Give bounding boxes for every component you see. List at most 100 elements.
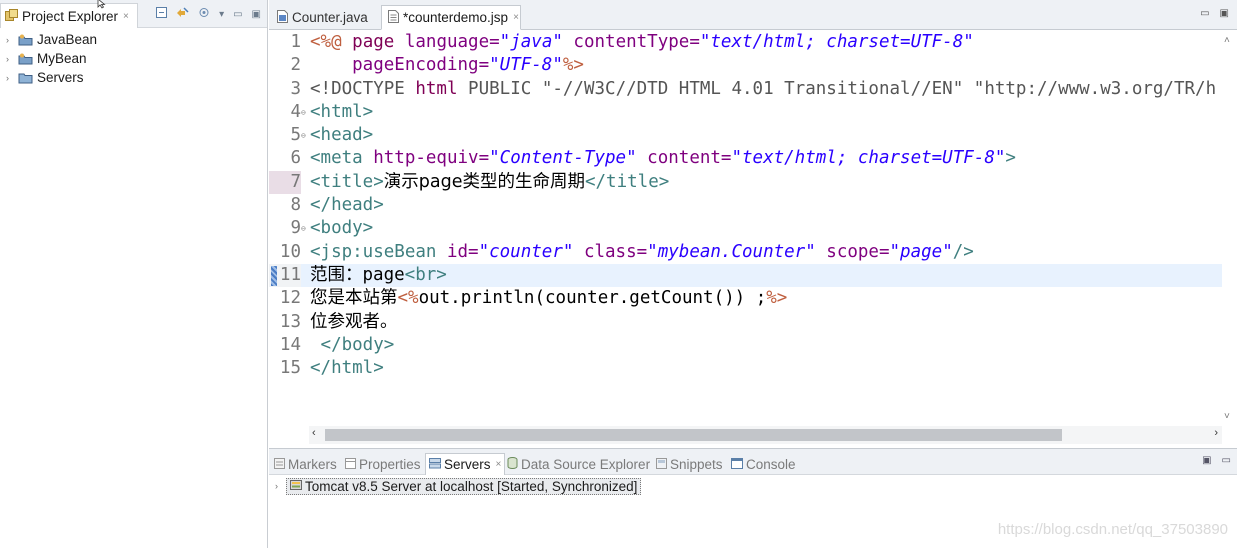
- minimize-icon[interactable]: ▣: [1202, 455, 1211, 466]
- tree-item-javabean[interactable]: › JavaBean: [0, 30, 267, 49]
- code-text: <jsp:useBean id="counter" class="mybean.…: [310, 241, 974, 264]
- code-text: 您是本站第<%out.println(counter.getCount()) ;…: [310, 287, 787, 310]
- fold-toggle-icon[interactable]: ⊖: [301, 217, 306, 240]
- code-text: 范围：page<br>: [310, 264, 447, 287]
- expand-arrow-icon[interactable]: ›: [6, 35, 18, 45]
- code-line[interactable]: 5 ⊖ <head>: [269, 124, 1222, 147]
- tomcat-server-icon: [290, 479, 302, 494]
- code-line[interactable]: 4 ⊖ <html>: [269, 101, 1222, 124]
- expand-arrow-icon[interactable]: ›: [275, 481, 286, 491]
- code-line[interactable]: 1 <%@ page language="java" contentType="t…: [269, 31, 1222, 54]
- code-line[interactable]: 7 <title>演示page类型的生命周期</title>: [269, 170, 1222, 195]
- server-entry-label: Tomcat v8.5 Server at localhost [Started…: [305, 478, 638, 494]
- minimize-icon[interactable]: ▭: [1200, 8, 1209, 19]
- tab-project-explorer[interactable]: Project Explorer ×: [0, 3, 138, 28]
- snippets-icon: [656, 457, 667, 472]
- code-line[interactable]: 8 </head>: [269, 194, 1222, 217]
- code-line[interactable]: 11 范围：page<br>: [269, 263, 1222, 288]
- bottom-panel: Markers Properties Servers × Data Source…: [269, 448, 1237, 548]
- code-token: page: [352, 32, 405, 52]
- tree-item-servers[interactable]: › Servers: [0, 68, 267, 87]
- code-token: />: [952, 241, 974, 262]
- code-token: 位参观者。: [310, 311, 398, 332]
- fold-toggle-icon[interactable]: ⊖: [301, 124, 306, 147]
- scroll-up-icon[interactable]: ˄: [1224, 35, 1230, 46]
- code-token: <head>: [310, 125, 374, 146]
- code-line[interactable]: 13 位参观者。: [269, 311, 1222, 334]
- vertical-scrollbar[interactable]: ˄ ˅: [1222, 31, 1237, 426]
- view-menu-icon[interactable]: ▾: [219, 9, 224, 20]
- fold-toggle-icon[interactable]: ⊖: [301, 101, 306, 124]
- code-token: >: [1005, 148, 1016, 169]
- tab-snippets[interactable]: Snippets: [653, 453, 726, 475]
- editor-area: Counter.java *counterdemo.jsp × ▭ ▣ 1 <%@…: [269, 0, 1237, 447]
- line-number: 5: [290, 125, 301, 146]
- code-line[interactable]: 10 <jsp:useBean id="counter" class="mybea…: [269, 241, 1222, 264]
- code-token: 范围：: [310, 264, 363, 285]
- maximize-icon[interactable]: ▭: [1222, 455, 1231, 466]
- link-with-editor-icon[interactable]: [176, 7, 189, 21]
- tree-item-label: JavaBean: [37, 32, 98, 47]
- tab-console[interactable]: Console: [728, 453, 799, 475]
- tab-properties[interactable]: Properties: [342, 453, 424, 475]
- collapse-all-icon[interactable]: [156, 7, 168, 21]
- database-icon: [507, 456, 518, 472]
- expand-arrow-icon[interactable]: ›: [6, 73, 18, 83]
- code-editor[interactable]: 1 <%@ page language="java" contentType="t…: [269, 31, 1222, 426]
- line-number: 3: [290, 78, 301, 99]
- expand-arrow-icon[interactable]: ›: [6, 54, 18, 64]
- code-line[interactable]: 9 ⊖ <body>: [269, 217, 1222, 240]
- project-tree: › JavaBean › MyBean › Servers: [0, 30, 267, 87]
- code-text: <body>: [310, 217, 373, 240]
- tab-data-source-explorer[interactable]: Data Source Explorer: [504, 453, 653, 475]
- code-token: "mybean.Counter": [647, 241, 816, 262]
- close-icon[interactable]: ×: [513, 12, 519, 23]
- focus-icon[interactable]: [198, 7, 210, 21]
- tree-item-mybean[interactable]: › MyBean: [0, 49, 267, 68]
- code-token: <!DOCTYPE: [310, 78, 416, 99]
- line-number: 6: [290, 148, 301, 169]
- tab-counterdemo-jsp[interactable]: *counterdemo.jsp ×: [381, 5, 521, 30]
- editor-tabbar: Counter.java *counterdemo.jsp × ▭ ▣: [269, 0, 1237, 30]
- tab-markers[interactable]: Markers: [271, 453, 340, 475]
- tab-label: Data Source Explorer: [521, 456, 651, 472]
- server-list-item[interactable]: › Tomcat v8.5 Server at localhost [Start…: [275, 476, 642, 496]
- code-text: <meta http-equiv="Content-Type" content=…: [310, 147, 1016, 170]
- scroll-down-icon[interactable]: ˅: [1224, 411, 1230, 422]
- line-number: 7: [269, 170, 301, 195]
- tab-servers[interactable]: Servers ×: [425, 453, 506, 475]
- code-line[interactable]: 6 <meta http-equiv="Content-Type" content…: [269, 147, 1222, 170]
- code-token: PUBLIC: [468, 78, 542, 99]
- minimize-icon[interactable]: ▭: [233, 9, 242, 20]
- line-number: 8: [290, 195, 301, 216]
- code-text: </body>: [310, 334, 395, 357]
- project-explorer-icon: [5, 8, 18, 24]
- horizontal-scrollbar[interactable]: ‹ ›: [309, 426, 1222, 444]
- scroll-right-icon[interactable]: ›: [1214, 427, 1218, 439]
- tab-label: Properties: [359, 456, 421, 472]
- code-text: </html>: [310, 357, 384, 380]
- code-token: "text/html; charset=UTF-8": [699, 32, 974, 52]
- server-entry[interactable]: Tomcat v8.5 Server at localhost [Started…: [286, 477, 642, 495]
- close-icon[interactable]: ×: [496, 459, 502, 470]
- code-line[interactable]: 3 <!DOCTYPE html PUBLIC "-//W3C//DTD HTML…: [269, 78, 1222, 101]
- code-token: contentType=: [562, 32, 700, 52]
- properties-icon: [345, 457, 356, 472]
- tab-counter-java[interactable]: Counter.java: [271, 5, 379, 30]
- java-project-icon: [18, 34, 33, 46]
- scrollbar-thumb[interactable]: [325, 429, 1062, 441]
- code-lines: 1 <%@ page language="java" contentType="t…: [269, 31, 1222, 380]
- code-line[interactable]: 12 您是本站第<%out.println(counter.getCount())…: [269, 287, 1222, 310]
- scroll-left-icon[interactable]: ‹: [312, 427, 316, 439]
- code-token: <meta: [310, 148, 374, 169]
- line-number: 1: [290, 32, 301, 52]
- bottom-toolbar: ▣ ▭: [1202, 455, 1231, 466]
- close-icon[interactable]: ×: [123, 11, 129, 22]
- maximize-icon[interactable]: ▣: [252, 9, 261, 20]
- code-line[interactable]: 2 pageEncoding="UTF-8"%>: [269, 54, 1222, 77]
- code-line[interactable]: 15 </html>: [269, 357, 1222, 380]
- code-line[interactable]: 14 </body>: [269, 334, 1222, 357]
- line-number: 2: [290, 55, 301, 76]
- maximize-icon[interactable]: ▣: [1220, 8, 1229, 19]
- code-token: scope=: [815, 241, 890, 262]
